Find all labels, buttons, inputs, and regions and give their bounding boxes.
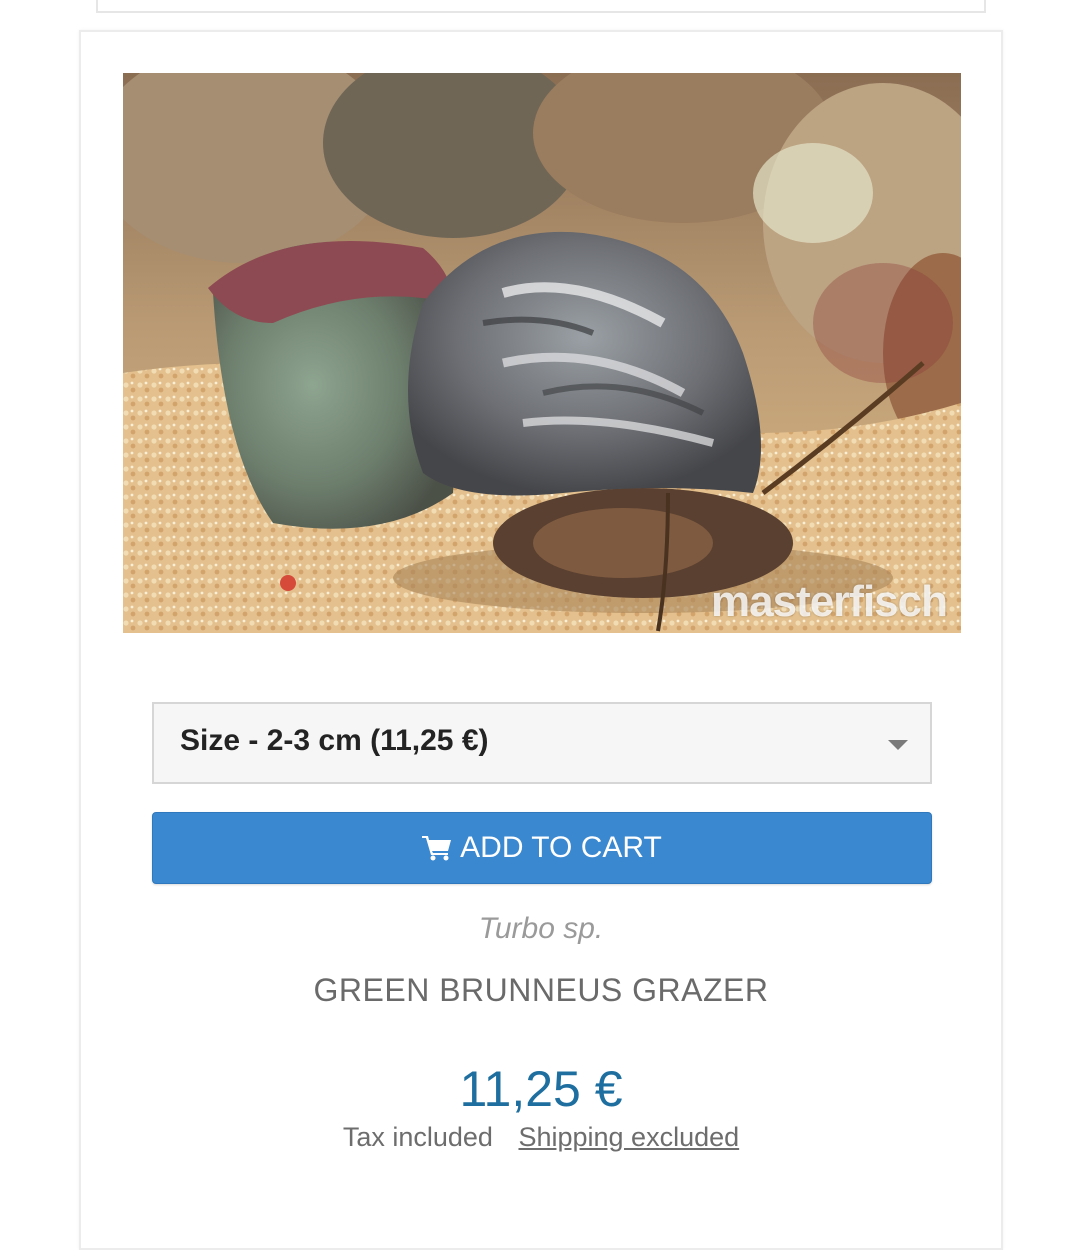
product-image[interactable]: masterfisch	[123, 73, 961, 633]
product-card: masterfisch Size - 2-3 cm (11,25 €) ADD …	[79, 30, 1003, 1250]
shopping-cart-icon	[422, 836, 452, 861]
add-to-cart-label: ADD TO CART	[460, 831, 662, 864]
size-select-value: Size - 2-3 cm (11,25 €)	[180, 724, 489, 757]
image-watermark: masterfisch	[710, 577, 948, 626]
product-name[interactable]: GREEN BRUNNEUS GRAZER	[81, 972, 1001, 1009]
chevron-down-icon	[888, 740, 908, 750]
product-price: 11,25 €	[459, 1061, 623, 1117]
size-select[interactable]: Size - 2-3 cm (11,25 €)	[152, 702, 932, 784]
previous-card-edge	[96, 0, 986, 13]
product-scientific-name: Turbo sp.	[478, 912, 604, 945]
tax-row: Tax included Shipping excluded	[81, 1122, 1001, 1153]
tax-note: Tax included	[342, 1122, 493, 1152]
add-to-cart-button[interactable]: ADD TO CART	[152, 812, 932, 884]
shipping-link[interactable]: Shipping excluded	[518, 1122, 739, 1152]
snail-photo	[123, 73, 961, 633]
